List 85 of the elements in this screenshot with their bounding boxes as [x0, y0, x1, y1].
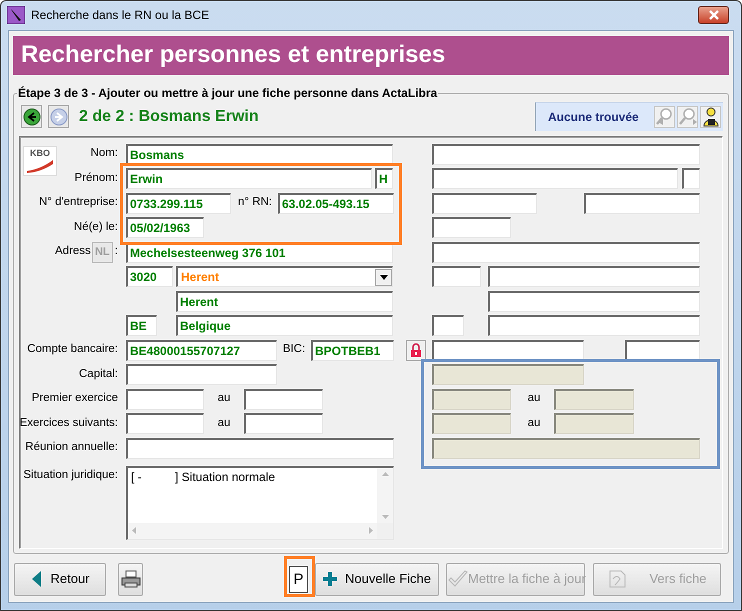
new-record-button[interactable]: Nouvelle Fiche: [315, 562, 439, 596]
scroll-down-icon: [382, 514, 388, 518]
search-icon: [678, 107, 698, 127]
input-field[interactable]: [432, 315, 464, 336]
close-button[interactable]: [698, 6, 729, 24]
plus-icon: [323, 572, 337, 586]
input-field[interactable]: Herent: [176, 290, 393, 312]
status-text: Aucune trouvée: [548, 110, 639, 124]
input-field[interactable]: H: [375, 168, 393, 190]
search-icon: [654, 107, 674, 127]
back-button[interactable]: [21, 105, 42, 128]
input-field[interactable]: [432, 266, 481, 288]
input-field[interactable]: 3020: [126, 266, 173, 288]
input-field[interactable]: [488, 290, 700, 312]
input-field[interactable]: 63.02.05-493.15: [278, 192, 394, 214]
input-field[interactable]: 05/02/1963: [126, 217, 204, 238]
input-field[interactable]: [432, 144, 700, 165]
field-label: Né(e) le:: [74, 220, 118, 235]
scroll-up-icon: [382, 472, 388, 476]
document-icon: [607, 569, 628, 589]
input-field[interactable]: BPOTBEB1: [311, 340, 394, 361]
input-field[interactable]: [682, 168, 700, 190]
label-colon: :: [114, 245, 118, 260]
input-field[interactable]: [584, 192, 700, 214]
input-field[interactable]: [488, 315, 700, 336]
lock-icon: [410, 343, 422, 358]
kbo-logo: KBO: [23, 146, 57, 176]
print-button[interactable]: [118, 562, 143, 596]
input-field[interactable]: BE: [126, 315, 157, 336]
check-icon: [448, 570, 468, 588]
scroll-right-icon: [369, 527, 373, 534]
field-label: au: [216, 416, 232, 431]
input-field[interactable]: [488, 266, 700, 288]
field-label: Exercices suivants:: [20, 416, 118, 431]
scrollbar[interactable]: [377, 468, 393, 522]
triangle-icon: [30, 570, 42, 588]
app-icon: [7, 6, 25, 24]
logo-swoosh-icon: [25, 159, 55, 174]
input-field[interactable]: [126, 364, 277, 386]
field-label: Compte bancaire:: [27, 343, 118, 358]
lock-button[interactable]: [406, 340, 426, 361]
scroll-left-icon: [132, 527, 136, 534]
input-field[interactable]: [432, 192, 537, 214]
field-label: au: [216, 392, 232, 406]
caret-icon: [380, 274, 388, 280]
field-label: Réunion annuelle:: [25, 441, 118, 456]
input-field[interactable]: [126, 388, 204, 410]
field-label: Premier exercice: [32, 392, 118, 406]
field-label: au: [526, 392, 542, 406]
input-field[interactable]: BE48000155707127: [126, 340, 277, 361]
record-title: 2 de 2 : Bosmans Erwin: [79, 106, 259, 126]
field-label: au: [526, 416, 542, 431]
field-label: BIC:: [282, 343, 306, 358]
field-label: Capital:: [79, 368, 118, 382]
field-label: n° RN:: [237, 196, 273, 210]
back-button[interactable]: Retour: [14, 562, 106, 596]
input-field[interactable]: Belgique: [176, 315, 393, 336]
text-area[interactable]: [ - ] Situation normale: [126, 466, 394, 540]
input-field[interactable]: [432, 340, 584, 361]
input-field[interactable]: [432, 168, 678, 190]
input-field[interactable]: [432, 242, 700, 263]
input-field[interactable]: [126, 413, 204, 434]
scrollbar[interactable]: [128, 522, 377, 538]
page-header: Rechercher personnes et entreprises: [13, 36, 729, 75]
input-field[interactable]: 0733.299.115: [126, 192, 231, 214]
field-label: Adress: [55, 245, 91, 260]
user-lock-button[interactable]: [700, 106, 721, 128]
user-lock-icon: [702, 107, 720, 127]
field-label: Nom:: [90, 147, 118, 162]
input-field[interactable]: [126, 438, 394, 459]
window-title: Recherche dans le RN ou la BCE: [31, 8, 210, 22]
input-field[interactable]: Erwin: [126, 168, 372, 190]
field-label: N° d'entreprise:: [38, 196, 118, 210]
input-field[interactable]: Bosmans: [126, 144, 393, 165]
step-legend: Étape 3 de 3 - Ajouter ou mettre à jour une fiche personne dans ActaLibra: [17, 86, 438, 100]
input-field[interactable]: P: [289, 566, 308, 592]
scrollbar-corner: [377, 522, 393, 538]
field-label: Situation juridique:: [23, 468, 118, 482]
input-field[interactable]: [244, 388, 323, 410]
input-field[interactable]: [625, 340, 700, 361]
printer-icon: [120, 570, 140, 588]
field-label: Prénom:: [74, 172, 118, 186]
input-field[interactable]: [432, 217, 511, 238]
input-field[interactable]: [244, 413, 323, 434]
close-icon: [708, 10, 720, 20]
